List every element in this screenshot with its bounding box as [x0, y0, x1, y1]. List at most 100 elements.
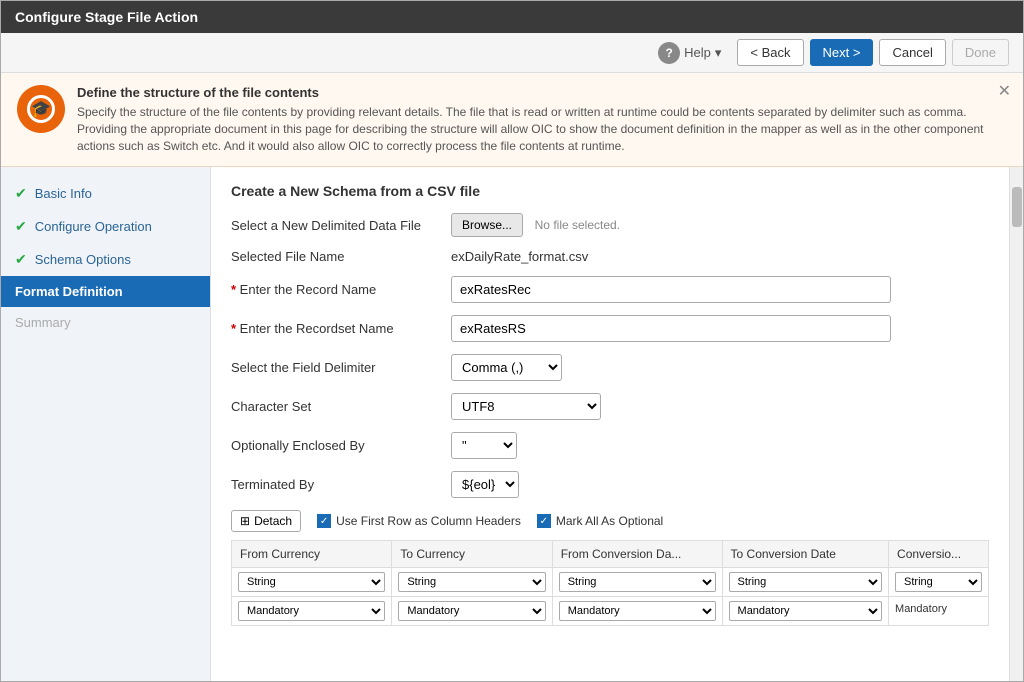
- sidebar-label-basic-info: Basic Info: [35, 186, 92, 201]
- sidebar-item-summary: Summary: [1, 307, 210, 338]
- table-cell-type-to-currency: String Integer Decimal Date: [392, 568, 552, 597]
- scrollbar-thumb[interactable]: [1012, 187, 1022, 227]
- record-name-row: Enter the Record Name: [231, 276, 989, 303]
- recordset-name-label: Enter the Recordset Name: [231, 321, 451, 336]
- recordset-name-input[interactable]: [451, 315, 891, 342]
- help-label: Help: [684, 45, 711, 60]
- window-title: Configure Stage File Action: [15, 9, 198, 25]
- title-bar: Configure Stage File Action: [1, 1, 1023, 33]
- enclosed-label: Optionally Enclosed By: [231, 438, 451, 453]
- table-row-mandatory: Mandatory Optional Mandatory Optional: [232, 597, 989, 626]
- table-toolbar: ⊞ Detach Use First Row as Column Headers…: [231, 510, 989, 532]
- mandatory-select-from-conv[interactable]: Mandatory Optional: [559, 601, 716, 621]
- info-banner: 🎓 Define the structure of the file conte…: [1, 73, 1023, 167]
- toolbar: ? Help ▾ < Back Next > Cancel Done: [1, 33, 1023, 73]
- check-icon-configure-operation: ✔: [15, 218, 27, 235]
- section-title: Create a New Schema from a CSV file: [231, 183, 989, 199]
- table-cell-mandatory-to-conv: Mandatory Optional: [722, 597, 889, 626]
- back-button[interactable]: < Back: [737, 39, 803, 66]
- check-icon-schema-options: ✔: [15, 251, 27, 268]
- help-dropdown-icon: ▾: [715, 45, 722, 61]
- record-name-input[interactable]: [451, 276, 891, 303]
- table-row-type: String Integer Decimal Date String: [232, 568, 989, 597]
- sidebar-item-schema-options[interactable]: ✔ Schema Options: [1, 243, 210, 276]
- mandatory-text-conv: Mandatory: [895, 603, 947, 615]
- next-button[interactable]: Next >: [810, 39, 874, 66]
- mark-optional-label: Mark All As Optional: [556, 514, 663, 528]
- banner-title: Define the structure of the file content…: [77, 85, 1007, 100]
- first-row-checkbox[interactable]: [317, 514, 331, 528]
- sidebar-item-configure-operation[interactable]: ✔ Configure Operation: [1, 210, 210, 243]
- cancel-button[interactable]: Cancel: [879, 39, 945, 66]
- table-cell-mandatory-to-currency: Mandatory Optional: [392, 597, 552, 626]
- selected-file-label: Selected File Name: [231, 249, 451, 264]
- delimiter-row: Select the Field Delimiter Comma (,) Tab…: [231, 354, 989, 381]
- table-cell-type-from-conv: String Integer Decimal Date: [552, 568, 722, 597]
- help-icon: ?: [658, 42, 680, 64]
- charset-label: Character Set: [231, 399, 451, 414]
- browse-button[interactable]: Browse...: [451, 213, 523, 237]
- terminated-label: Terminated By: [231, 477, 451, 492]
- no-file-text: No file selected.: [535, 218, 620, 232]
- table-cell-type-from-currency: String Integer Decimal Date: [232, 568, 392, 597]
- detach-label: Detach: [254, 514, 292, 528]
- col-header-conversion: Conversio...: [889, 541, 989, 568]
- mandatory-select-to-conv[interactable]: Mandatory Optional: [729, 601, 883, 621]
- table-cell-mandatory-from-conv: Mandatory Optional: [552, 597, 722, 626]
- col-header-to-conversion: To Conversion Date: [722, 541, 889, 568]
- select-file-controls: Browse... No file selected.: [451, 213, 620, 237]
- enclosed-select[interactable]: " ' None: [451, 432, 517, 459]
- table-cell-mandatory-conv: Mandatory: [889, 597, 989, 626]
- banner-description: Specify the structure of the file conten…: [77, 104, 1007, 154]
- table-cell-mandatory-from-currency: Mandatory Optional: [232, 597, 392, 626]
- detach-button[interactable]: ⊞ Detach: [231, 510, 301, 532]
- data-table: From Currency To Currency From Conversio…: [231, 540, 989, 626]
- terminated-select[interactable]: ${eol} \n \r\n: [451, 471, 519, 498]
- table-section: ⊞ Detach Use First Row as Column Headers…: [231, 510, 989, 626]
- record-name-label: Enter the Record Name: [231, 282, 451, 297]
- sidebar-item-basic-info[interactable]: ✔ Basic Info: [1, 177, 210, 210]
- first-row-checkbox-label[interactable]: Use First Row as Column Headers: [317, 514, 521, 528]
- charset-select[interactable]: UTF8 ISO-8859-1 ASCII: [451, 393, 601, 420]
- delimiter-label: Select the Field Delimiter: [231, 360, 451, 375]
- enclosed-row: Optionally Enclosed By " ' None: [231, 432, 989, 459]
- info-text: Define the structure of the file content…: [77, 85, 1007, 154]
- done-button[interactable]: Done: [952, 39, 1009, 66]
- mark-optional-checkbox-label[interactable]: Mark All As Optional: [537, 514, 663, 528]
- sidebar-item-format-definition[interactable]: Format Definition: [1, 276, 210, 307]
- terminated-row: Terminated By ${eol} \n \r\n: [231, 471, 989, 498]
- mandatory-select-to-currency[interactable]: Mandatory Optional: [398, 601, 545, 621]
- selected-file-value: exDailyRate_format.csv: [451, 249, 588, 264]
- type-select-to-conv[interactable]: String Integer Decimal Date: [729, 572, 883, 592]
- type-select-to-currency[interactable]: String Integer Decimal Date: [398, 572, 545, 592]
- col-header-from-currency: From Currency: [232, 541, 392, 568]
- check-icon-basic-info: ✔: [15, 185, 27, 202]
- main-content: Create a New Schema from a CSV file Sele…: [211, 167, 1009, 681]
- close-banner-button[interactable]: ✕: [998, 81, 1011, 101]
- mark-optional-checkbox[interactable]: [537, 514, 551, 528]
- table-cell-type-to-conv: String Integer Decimal Date: [722, 568, 889, 597]
- sidebar-label-format-definition: Format Definition: [15, 284, 123, 299]
- sidebar: ✔ Basic Info ✔ Configure Operation ✔ Sch…: [1, 167, 211, 681]
- first-row-label: Use First Row as Column Headers: [336, 514, 521, 528]
- table-cell-type-conv: String Integer Decimal Date: [889, 568, 989, 597]
- charset-row: Character Set UTF8 ISO-8859-1 ASCII: [231, 393, 989, 420]
- table-wrapper: From Currency To Currency From Conversio…: [231, 540, 989, 626]
- recordset-name-row: Enter the Recordset Name: [231, 315, 989, 342]
- sidebar-label-summary: Summary: [15, 315, 71, 330]
- delimiter-select[interactable]: Comma (,) Tab Pipe (|) Semicolon (;): [451, 354, 562, 381]
- mandatory-select-from-currency[interactable]: Mandatory Optional: [238, 601, 385, 621]
- type-select-conv[interactable]: String Integer Decimal Date: [895, 572, 982, 592]
- type-select-from-conv[interactable]: String Integer Decimal Date: [559, 572, 716, 592]
- col-header-to-currency: To Currency: [392, 541, 552, 568]
- selected-file-row: Selected File Name exDailyRate_format.cs…: [231, 249, 989, 264]
- type-select-from-currency[interactable]: String Integer Decimal Date: [238, 572, 385, 592]
- col-header-from-conversion: From Conversion Da...: [552, 541, 722, 568]
- detach-icon: ⊞: [240, 514, 250, 528]
- info-icon: 🎓: [17, 85, 65, 133]
- configure-stage-file-action-window: Configure Stage File Action ? Help ▾ < B…: [0, 0, 1024, 682]
- help-button[interactable]: ? Help ▾: [658, 42, 721, 64]
- sidebar-label-configure-operation: Configure Operation: [35, 219, 152, 234]
- scrollbar-track[interactable]: [1009, 167, 1023, 681]
- sidebar-label-schema-options: Schema Options: [35, 252, 131, 267]
